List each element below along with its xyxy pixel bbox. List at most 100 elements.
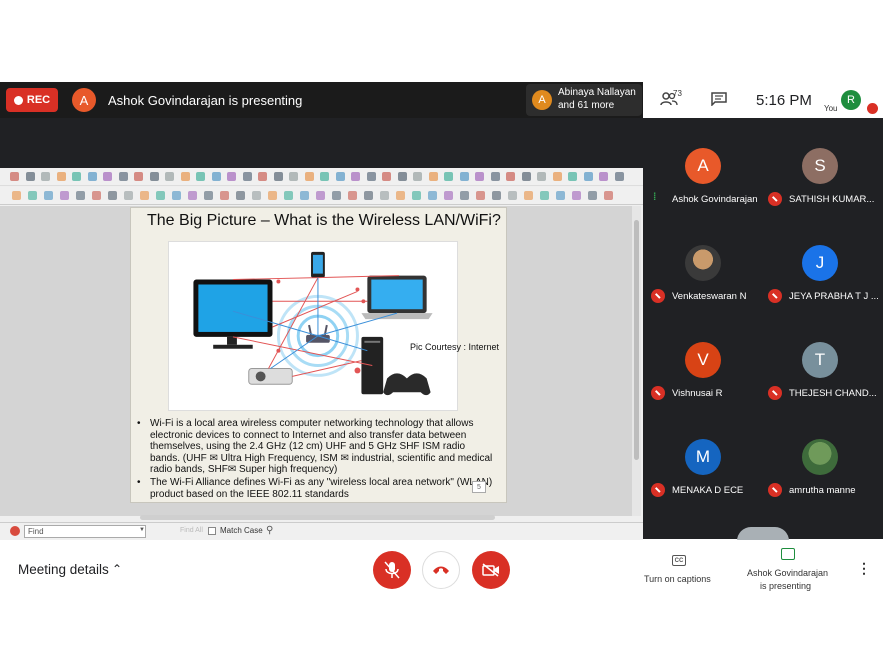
- toolbar-icon[interactable]: [76, 191, 85, 200]
- toolbar-icon[interactable]: [604, 191, 613, 200]
- toolbar-icon[interactable]: [524, 191, 533, 200]
- toolbar-icon[interactable]: [124, 191, 133, 200]
- leave-call-button[interactable]: [422, 551, 460, 589]
- toolbar-icon[interactable]: [556, 191, 565, 200]
- toolbar-icon[interactable]: [252, 191, 261, 200]
- toolbar-icon[interactable]: [552, 172, 562, 181]
- toolbar-icon[interactable]: [508, 191, 517, 200]
- toolbar-icon[interactable]: [364, 191, 373, 200]
- find-search-icon[interactable]: ⚲: [266, 525, 273, 536]
- toolbar-icon[interactable]: [227, 172, 236, 181]
- toolbar-icon[interactable]: [492, 191, 501, 200]
- toolbar-icon[interactable]: [165, 172, 174, 181]
- toolbar-icon[interactable]: [300, 191, 309, 200]
- other-participants-chip[interactable]: A Abinaya Nallayan and 61 more: [526, 84, 642, 116]
- more-options-icon[interactable]: ⋮: [857, 560, 871, 577]
- toolbar-icon[interactable]: [258, 172, 267, 181]
- find-all-button[interactable]: Find All: [180, 527, 203, 534]
- toolbar-icon[interactable]: [583, 172, 593, 181]
- toolbar-icon[interactable]: [25, 172, 35, 181]
- toolbar-icon[interactable]: [540, 191, 549, 200]
- toolbar-icon[interactable]: [92, 191, 101, 200]
- toolbar-icon[interactable]: [273, 172, 283, 181]
- toolbar-icon[interactable]: [180, 172, 190, 181]
- toolbar-icon[interactable]: [521, 172, 531, 181]
- toolbar-icon[interactable]: [134, 172, 143, 181]
- toolbar-icon[interactable]: [599, 172, 608, 181]
- toolbar-icon[interactable]: [188, 191, 197, 200]
- toolbar-icon[interactable]: [284, 191, 293, 200]
- toolbar-icon[interactable]: [242, 172, 252, 181]
- captions-icon[interactable]: CC: [672, 555, 686, 566]
- toolbar-icon[interactable]: [268, 191, 277, 200]
- toolbar-icon[interactable]: [506, 172, 515, 181]
- toolbar-icon[interactable]: [103, 172, 112, 181]
- meeting-details-button[interactable]: Meeting details: [18, 562, 109, 577]
- toolbar-icon[interactable]: [196, 172, 205, 181]
- vertical-scrollbar-thumb[interactable]: [634, 220, 639, 460]
- toolbar-icon[interactable]: [614, 172, 624, 181]
- presenting-label-line1[interactable]: Ashok Govindarajan: [747, 568, 828, 578]
- toolbar-icon[interactable]: [316, 191, 325, 200]
- toolbar-icon[interactable]: [396, 191, 405, 200]
- mic-toggle-button[interactable]: [373, 551, 411, 589]
- toolbar-icon[interactable]: [475, 172, 484, 181]
- toolbar-icon[interactable]: [588, 191, 597, 200]
- find-close-icon[interactable]: [10, 526, 20, 536]
- toolbar-icon[interactable]: [380, 191, 389, 200]
- toolbar-icon[interactable]: [41, 172, 50, 181]
- toolbar-icon[interactable]: [459, 172, 469, 181]
- self-avatar[interactable]: R: [841, 90, 861, 110]
- toolbar-icon[interactable]: [320, 172, 329, 181]
- toolbar-icon[interactable]: [44, 191, 53, 200]
- toolbar-icon[interactable]: [412, 191, 421, 200]
- toolbar-icon[interactable]: [118, 172, 128, 181]
- chat-icon[interactable]: [711, 92, 727, 106]
- toolbar-icon[interactable]: [304, 172, 314, 181]
- toolbar-icon[interactable]: [28, 191, 37, 200]
- toolbar-icon[interactable]: [140, 191, 149, 200]
- toolbar-icon[interactable]: [204, 191, 213, 200]
- toolbar-icon[interactable]: [413, 172, 422, 181]
- toolbar-icon[interactable]: [397, 172, 407, 181]
- toolbar-icon[interactable]: [108, 191, 117, 200]
- camera-toggle-button[interactable]: [472, 551, 510, 589]
- toolbar-icon[interactable]: [444, 172, 453, 181]
- toolbar-icon[interactable]: [382, 172, 391, 181]
- toolbar-icon[interactable]: [211, 172, 221, 181]
- horizontal-scrollbar[interactable]: [140, 515, 495, 520]
- captions-button-label[interactable]: Turn on captions: [644, 574, 711, 584]
- toolbar-icon[interactable]: [351, 172, 360, 181]
- recording-badge[interactable]: REC: [6, 88, 58, 112]
- toolbar-icon[interactable]: [289, 172, 298, 181]
- toolbar-icon[interactable]: [537, 172, 546, 181]
- toolbar-icon[interactable]: [428, 172, 438, 181]
- toolbar-icon[interactable]: [12, 191, 21, 200]
- present-screen-icon[interactable]: [781, 548, 795, 560]
- toolbar-icon[interactable]: [490, 172, 500, 181]
- toolbar-icon[interactable]: [220, 191, 229, 200]
- toolbar-icon[interactable]: [332, 191, 341, 200]
- toolbar-icon[interactable]: [460, 191, 469, 200]
- toolbar-icon[interactable]: [428, 191, 437, 200]
- toolbar-icon[interactable]: [72, 172, 81, 181]
- find-input[interactable]: Find: [24, 525, 146, 538]
- find-dropdown-icon[interactable]: ▼: [139, 527, 145, 533]
- toolbar-icon[interactable]: [348, 191, 357, 200]
- toolbar-icon[interactable]: [172, 191, 181, 200]
- match-case-checkbox[interactable]: [208, 527, 216, 535]
- toolbar-icon[interactable]: [366, 172, 376, 181]
- toolbar-icon[interactable]: [60, 191, 69, 200]
- toolbar-icon[interactable]: [335, 172, 345, 181]
- toolbar-icon[interactable]: [56, 172, 66, 181]
- toolbar-icon[interactable]: [444, 191, 453, 200]
- toolbar-icon[interactable]: [87, 172, 97, 181]
- chevron-up-icon[interactable]: ⌃: [112, 562, 122, 576]
- presenting-label-line2[interactable]: is presenting: [760, 581, 811, 591]
- toolbar-icon[interactable]: [568, 172, 577, 181]
- toolbar-icon[interactable]: [10, 172, 19, 181]
- toolbar-icon[interactable]: [572, 191, 581, 200]
- toolbar-icon[interactable]: [476, 191, 485, 200]
- toolbar-icon[interactable]: [156, 191, 165, 200]
- toolbar-icon[interactable]: [236, 191, 245, 200]
